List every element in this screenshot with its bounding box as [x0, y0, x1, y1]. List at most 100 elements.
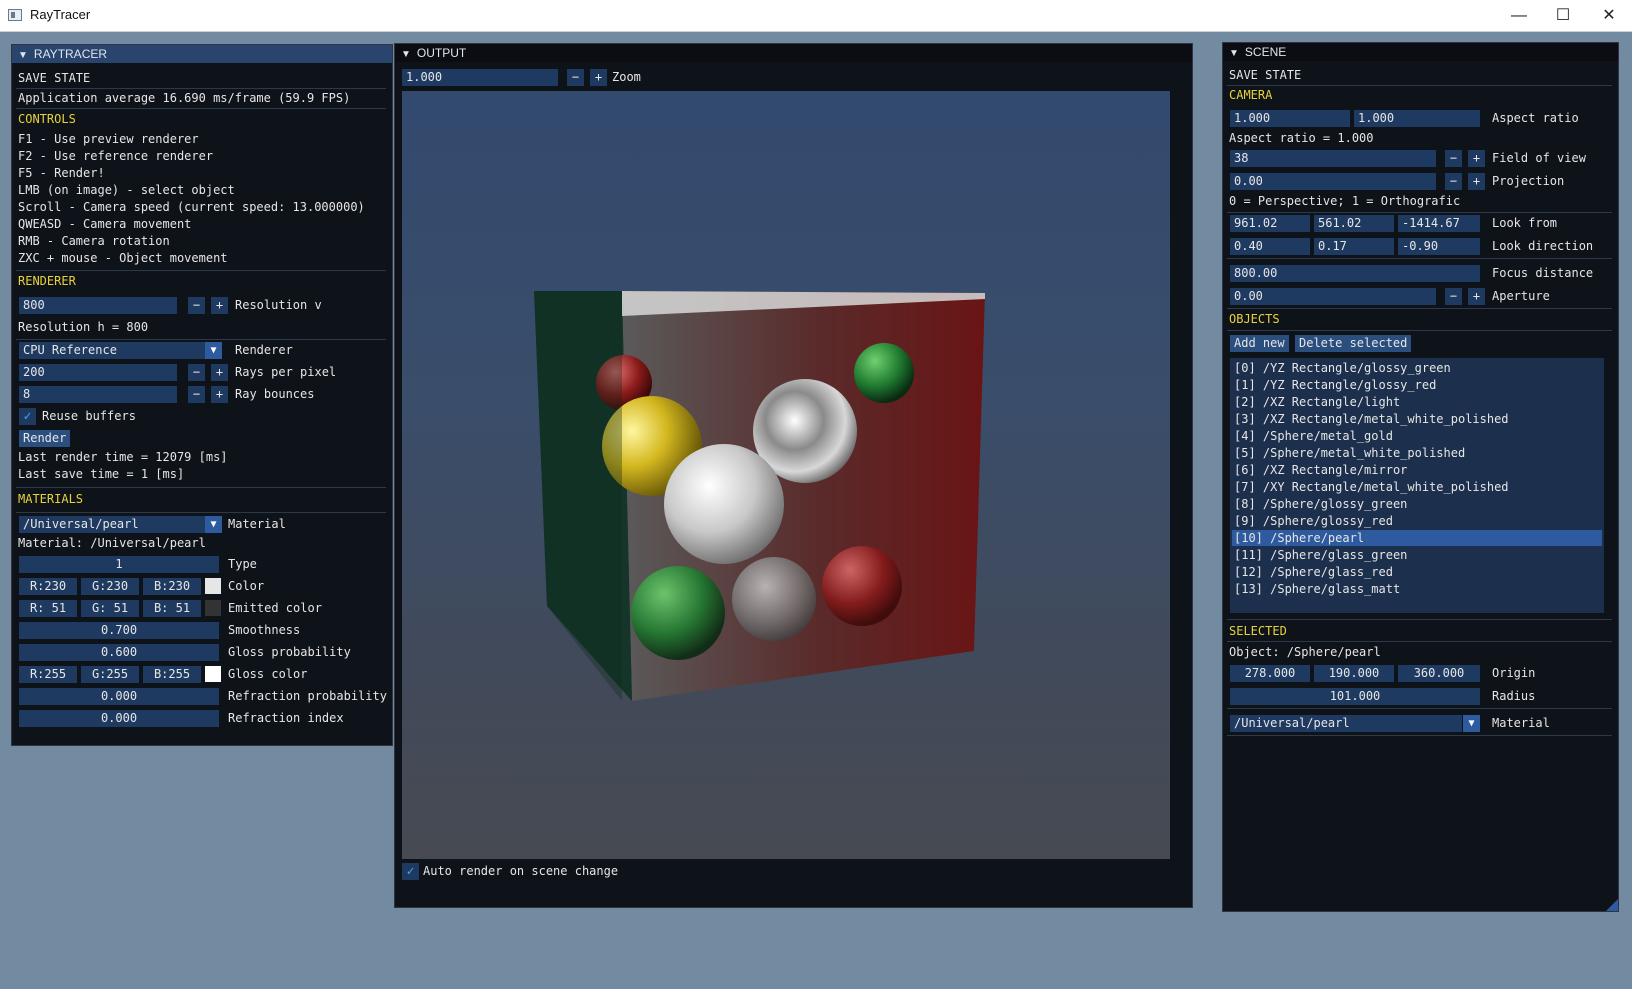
chevron-down-icon[interactable]: ▼	[205, 342, 222, 359]
delete-selected-button[interactable]: Delete selected	[1295, 335, 1412, 352]
scene-header[interactable]: ▼ SCENE	[1223, 43, 1618, 61]
color-g-input[interactable]: G:230	[81, 578, 139, 595]
object-list-item[interactable]: [1] /YZ Rectangle/glossy_red	[1234, 377, 1436, 393]
gloss-color-swatch[interactable]	[205, 666, 221, 682]
object-list-item[interactable]: [11] /Sphere/glass_green	[1234, 547, 1407, 563]
look-from-x-input[interactable]: 961.02	[1230, 215, 1310, 232]
object-list-item[interactable]: [4] /Sphere/metal_gold	[1234, 428, 1393, 444]
resize-grip-icon[interactable]	[1606, 899, 1618, 911]
raytracer-header[interactable]: ▼ RAYTRACER	[12, 45, 392, 63]
gloss-b-input[interactable]: B:255	[143, 666, 201, 683]
collapse-triangle-icon[interactable]: ▼	[18, 47, 28, 65]
type-input[interactable]: 1	[19, 556, 219, 573]
camera-section-title: CAMERA	[1229, 88, 1273, 102]
emitted-b-input[interactable]: B: 51	[143, 600, 201, 617]
aspect-ratio-a-input[interactable]: 1.000	[1230, 110, 1350, 127]
resolution-h-text: Resolution h = 800	[18, 320, 149, 334]
save-state-label[interactable]: SAVE STATE	[1229, 67, 1301, 84]
control-line: Scroll - Camera speed (current speed: 13…	[18, 200, 365, 214]
rays-decrement-button[interactable]: −	[188, 364, 205, 381]
collapse-triangle-icon[interactable]: ▼	[401, 46, 411, 64]
refraction-probability-input[interactable]: 0.000	[19, 688, 219, 705]
zoom-increment-button[interactable]: +	[590, 69, 607, 86]
look-from-z-input[interactable]: -1414.67	[1398, 215, 1480, 232]
gloss-probability-input[interactable]: 0.600	[19, 644, 219, 661]
aspect-ratio-text: Aspect ratio = 1.000	[1229, 131, 1374, 145]
output-header[interactable]: ▼ OUTPUT	[395, 44, 1192, 62]
look-direction-z-input[interactable]: -0.90	[1398, 238, 1480, 255]
resolution-v-decrement-button[interactable]: −	[188, 297, 205, 314]
object-list-item[interactable]: [7] /XY Rectangle/metal_white_polished	[1234, 479, 1509, 495]
bounces-decrement-button[interactable]: −	[188, 386, 205, 403]
render-button[interactable]: Render	[19, 430, 71, 447]
add-new-button[interactable]: Add new	[1230, 335, 1289, 352]
aperture-label: Aperture	[1492, 289, 1550, 303]
divider	[1227, 85, 1612, 86]
render-output-image[interactable]	[402, 91, 1170, 859]
object-list-item[interactable]: [10] /Sphere/pearl	[1232, 530, 1602, 546]
look-direction-x-input[interactable]: 0.40	[1230, 238, 1310, 255]
object-list-item[interactable]: [3] /XZ Rectangle/metal_white_polished	[1234, 411, 1509, 427]
bounces-increment-button[interactable]: +	[211, 386, 228, 403]
color-r-input[interactable]: R:230	[19, 578, 77, 595]
close-button[interactable]: ✕	[1586, 0, 1632, 31]
projection-input[interactable]: 0.00	[1230, 173, 1436, 190]
object-list-item[interactable]: [5] /Sphere/metal_white_polished	[1234, 445, 1465, 461]
look-from-y-input[interactable]: 561.02	[1314, 215, 1394, 232]
aperture-decrement-button[interactable]: −	[1445, 288, 1462, 305]
emitted-r-input[interactable]: R: 51	[19, 600, 77, 617]
projection-increment-button[interactable]: +	[1468, 173, 1485, 190]
collapse-triangle-icon[interactable]: ▼	[1229, 45, 1239, 63]
object-list-item[interactable]: [2] /XZ Rectangle/light	[1234, 394, 1400, 410]
maximize-button[interactable]: ☐	[1540, 0, 1586, 31]
zoom-input[interactable]: 1.000	[402, 69, 558, 86]
scene-panel: ▼ SCENE SAVE STATE CAMERA 1.000 1.000 Asp…	[1222, 42, 1619, 912]
object-list-item[interactable]: [13] /Sphere/glass_matt	[1234, 581, 1400, 597]
material-select[interactable]: /Universal/pearl	[19, 516, 205, 533]
look-direction-y-input[interactable]: 0.17	[1314, 238, 1394, 255]
origin-x-input[interactable]: 278.000	[1230, 665, 1310, 682]
emitted-color-swatch[interactable]	[205, 600, 221, 616]
focus-distance-input[interactable]: 800.00	[1230, 265, 1480, 282]
objects-list[interactable]: [0] /YZ Rectangle/glossy_green [1] /YZ R…	[1230, 358, 1604, 613]
auto-render-checkbox[interactable]: ✓	[402, 863, 419, 880]
emitted-g-input[interactable]: G: 51	[81, 600, 139, 617]
refraction-index-input[interactable]: 0.000	[19, 710, 219, 727]
object-list-item[interactable]: [9] /Sphere/glossy_red	[1234, 513, 1393, 529]
fov-increment-button[interactable]: +	[1468, 150, 1485, 167]
object-list-item[interactable]: [8] /Sphere/glossy_green	[1234, 496, 1407, 512]
resolution-v-increment-button[interactable]: +	[211, 297, 228, 314]
rays-increment-button[interactable]: +	[211, 364, 228, 381]
smoothness-input[interactable]: 0.700	[19, 622, 219, 639]
color-b-input[interactable]: B:230	[143, 578, 201, 595]
reuse-buffers-checkbox[interactable]: ✓	[19, 408, 36, 425]
rays-per-pixel-input[interactable]: 200	[19, 364, 177, 381]
origin-z-input[interactable]: 360.000	[1398, 665, 1480, 682]
gloss-r-input[interactable]: R:255	[19, 666, 77, 683]
projection-decrement-button[interactable]: −	[1445, 173, 1462, 190]
aperture-input[interactable]: 0.00	[1230, 288, 1436, 305]
smoothness-label: Smoothness	[228, 623, 301, 637]
object-material-select[interactable]: /Universal/pearl	[1230, 715, 1462, 732]
ray-bounces-input[interactable]: 8	[19, 386, 177, 403]
save-state-label[interactable]: SAVE STATE	[18, 70, 90, 87]
renderer-select[interactable]: CPU Reference	[19, 342, 205, 359]
object-list-item[interactable]: [12] /Sphere/glass_red	[1234, 564, 1393, 580]
resolution-v-input[interactable]: 800	[19, 297, 177, 314]
field-of-view-input[interactable]: 38	[1230, 150, 1436, 167]
aperture-increment-button[interactable]: +	[1468, 288, 1485, 305]
chevron-down-icon[interactable]: ▼	[205, 516, 222, 533]
zoom-decrement-button[interactable]: −	[567, 69, 584, 86]
object-list-item[interactable]: [0] /YZ Rectangle/glossy_green	[1234, 360, 1451, 376]
minimize-button[interactable]: —	[1496, 0, 1542, 31]
object-list-item[interactable]: [6] /XZ Rectangle/mirror	[1234, 462, 1407, 478]
radius-input[interactable]: 101.000	[1230, 688, 1480, 705]
color-swatch[interactable]	[205, 578, 221, 594]
gloss-g-input[interactable]: G:255	[81, 666, 139, 683]
last-save-text: Last save time = 1 [ms]	[18, 467, 185, 481]
renderer-label: Renderer	[235, 343, 293, 357]
chevron-down-icon[interactable]: ▼	[1463, 715, 1480, 732]
origin-y-input[interactable]: 190.000	[1314, 665, 1394, 682]
fov-decrement-button[interactable]: −	[1445, 150, 1462, 167]
aspect-ratio-b-input[interactable]: 1.000	[1354, 110, 1480, 127]
